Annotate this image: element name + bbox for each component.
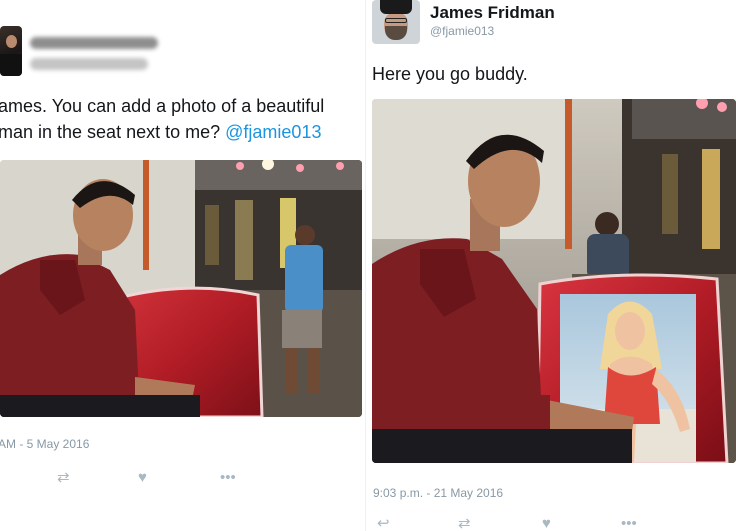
edited-photo — [372, 99, 736, 463]
original-tweet: ames. You can add a photo of a beautiful… — [0, 0, 365, 531]
retweet-icon[interactable]: ⇄ — [458, 516, 471, 531]
tweet-text: ames. You can add a photo of a beautiful… — [0, 93, 324, 145]
tweet-timestamp[interactable]: 9:03 p.m. - 21 May 2016 — [373, 486, 503, 500]
tweet-text: Here you go buddy. — [372, 64, 528, 84]
redacted-display-name — [30, 37, 158, 49]
man-seated-photo — [0, 160, 362, 417]
like-icon[interactable]: ♥ — [138, 470, 147, 485]
more-icon[interactable]: ••• — [220, 470, 236, 485]
tweet-text-line-2: man in the seat next to me? @fjamie013 — [0, 119, 324, 145]
tweet-text-line-2-prefix: man in the seat next to me? — [0, 122, 226, 142]
user-avatar[interactable] — [0, 26, 22, 76]
tweet-text-line-1: ames. You can add a photo of a beautiful — [0, 96, 325, 116]
redacted-handle — [30, 58, 148, 70]
tweet-timestamp[interactable]: AM - 5 May 2016 — [0, 437, 89, 451]
tweet-photo[interactable] — [372, 99, 736, 463]
user-handle[interactable]: @fjamie013 — [430, 24, 494, 38]
reply-tweet: James Fridman @fjamie013 Here you go bud… — [366, 0, 736, 531]
more-icon[interactable]: ••• — [621, 516, 637, 531]
tweet-photo[interactable] — [0, 160, 362, 417]
like-icon[interactable]: ♥ — [542, 516, 551, 531]
display-name[interactable]: James Fridman — [430, 3, 555, 23]
retweet-icon[interactable]: ⇄ — [57, 470, 70, 485]
reply-icon[interactable]: ↩ — [377, 516, 390, 531]
user-avatar[interactable] — [372, 0, 420, 44]
mention-link[interactable]: @fjamie013 — [225, 122, 321, 142]
